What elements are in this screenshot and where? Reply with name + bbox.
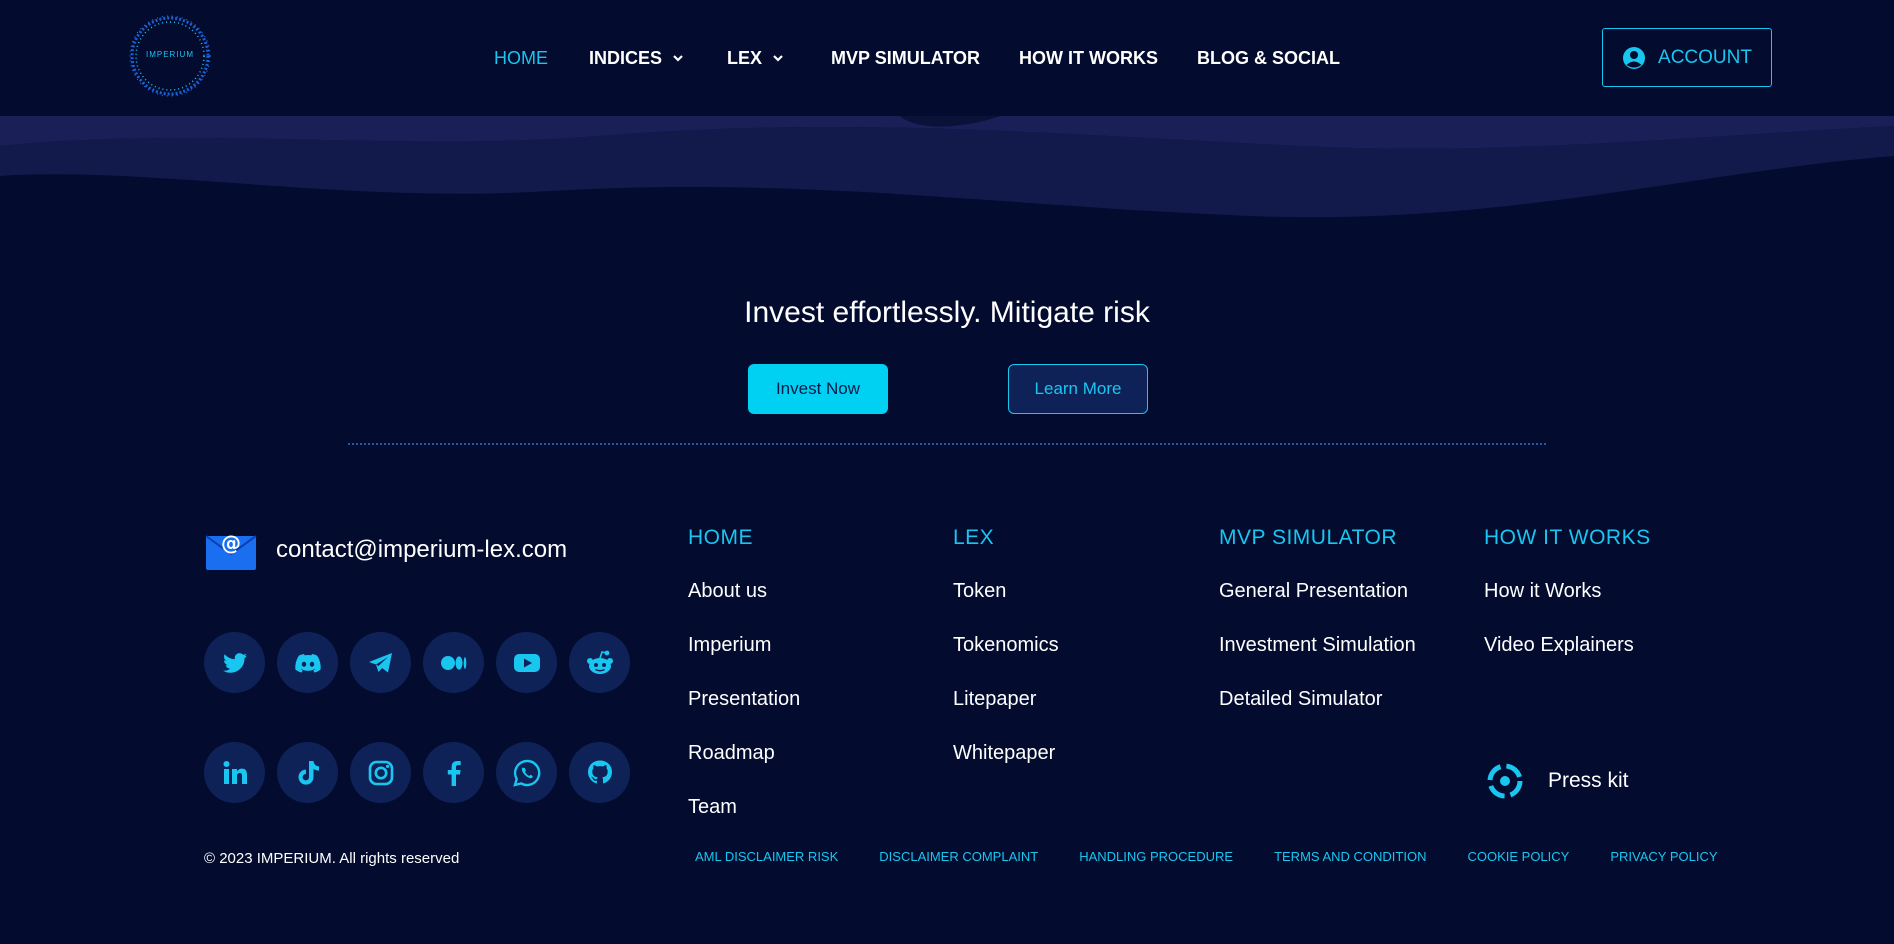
- nav-blog-social[interactable]: BLOG & SOCIAL: [1197, 48, 1340, 69]
- tiktok-icon: [298, 760, 319, 785]
- account-button[interactable]: ACCOUNT: [1602, 28, 1772, 87]
- social-row-2: [204, 742, 630, 803]
- account-label: ACCOUNT: [1658, 46, 1752, 68]
- legal-link-terms-and-condition[interactable]: TERMS AND CONDITION: [1274, 849, 1426, 864]
- facebook-link[interactable]: [423, 742, 484, 803]
- learn-more-button[interactable]: Learn More: [1008, 364, 1148, 414]
- linkedin-link[interactable]: [204, 742, 265, 803]
- footer-link-about-us[interactable]: About us: [688, 578, 800, 604]
- contact-email-link[interactable]: contact@imperium-lex.com: [276, 536, 567, 564]
- footer-link-litepaper[interactable]: Litepaper: [953, 686, 1059, 712]
- footer-link-general-presentation[interactable]: General Presentation: [1219, 578, 1419, 604]
- nav-how-it-works[interactable]: HOW IT WORKS: [1019, 48, 1158, 69]
- wave-decoration: [0, 116, 1894, 218]
- nav-home-label: HOME: [494, 47, 548, 68]
- github-icon: [587, 760, 612, 783]
- press-kit-link[interactable]: Press kit: [1484, 760, 1629, 802]
- imperium-logo[interactable]: IMPERIUM: [128, 14, 212, 98]
- invest-now-button[interactable]: Invest Now: [748, 364, 888, 414]
- reddit-link[interactable]: [569, 632, 630, 693]
- col-title-lex[interactable]: LEX: [953, 526, 1059, 550]
- footer-link-how-it-works[interactable]: How it Works: [1484, 578, 1651, 604]
- footer-link-presentation[interactable]: Presentation: [688, 686, 800, 712]
- telegram-link[interactable]: [350, 632, 411, 693]
- nav-blog-social-label: BLOG & SOCIAL: [1197, 47, 1341, 68]
- medium-icon: [440, 655, 466, 670]
- footer-link-tokenomics[interactable]: Tokenomics: [953, 632, 1059, 658]
- nav-how-it-works-label: HOW IT WORKS: [1019, 47, 1159, 68]
- learn-more-label: Learn More: [1034, 379, 1122, 398]
- copyright-text: © 2023 IMPERIUM. All rights reserved: [204, 850, 460, 867]
- tagline: Invest effortlessly. Mitigate risk: [744, 296, 1150, 329]
- youtube-link[interactable]: [496, 632, 557, 693]
- logo-text: IMPERIUM: [146, 50, 194, 59]
- tiktok-link[interactable]: [277, 742, 338, 803]
- press-kit-label: Press kit: [1548, 769, 1629, 792]
- whatsapp-icon: [512, 759, 540, 787]
- user-circle-icon: [1623, 46, 1646, 69]
- press-kit-icon: [1487, 763, 1523, 799]
- legal-links: AML DISCLAIMER RISK DISCLAIMER COMPLAINT…: [695, 849, 1718, 864]
- chevron-down-icon: [673, 55, 683, 62]
- instagram-icon: [368, 760, 393, 785]
- mail-icon: @: [205, 531, 257, 570]
- main-nav: HOME INDICES LEX MVP SIMULATOR HOW IT WO…: [494, 46, 1340, 70]
- nav-indices[interactable]: INDICES: [589, 48, 684, 69]
- linkedin-icon: [223, 760, 247, 784]
- medium-link[interactable]: [423, 632, 484, 693]
- footer-col-mvp-simulator: MVP SIMULATOR General Presentation Inves…: [1219, 526, 1419, 740]
- nav-mvp-simulator[interactable]: MVP SIMULATOR: [831, 48, 980, 69]
- instagram-link[interactable]: [350, 742, 411, 803]
- nav-home[interactable]: HOME: [494, 48, 548, 69]
- invest-now-label: Invest Now: [775, 379, 861, 398]
- footer-link-whitepaper[interactable]: Whitepaper: [953, 740, 1059, 766]
- youtube-icon: [513, 653, 540, 672]
- legal-link-handling-procedure[interactable]: HANDLING PROCEDURE: [1079, 849, 1233, 864]
- footer-link-detailed-simulator[interactable]: Detailed Simulator: [1219, 686, 1419, 712]
- footer-col-how-it-works: HOW IT WORKS How it Works Video Explaine…: [1484, 526, 1651, 686]
- twitter-icon: [222, 652, 247, 673]
- footer-link-imperium[interactable]: Imperium: [688, 632, 800, 658]
- discord-link[interactable]: [277, 632, 338, 693]
- footer-link-roadmap[interactable]: Roadmap: [688, 740, 800, 766]
- twitter-link[interactable]: [204, 632, 265, 693]
- footer-link-investment-simulation[interactable]: Investment Simulation: [1219, 632, 1419, 658]
- telegram-icon: [368, 652, 392, 672]
- col-title-home[interactable]: HOME: [688, 526, 800, 550]
- nav-lex-label: LEX: [727, 47, 763, 68]
- footer-col-home: HOME About us Imperium Presentation Road…: [688, 526, 800, 848]
- social-row-1: [204, 632, 630, 693]
- chevron-down-icon: [773, 55, 783, 62]
- footer-link-team[interactable]: Team: [688, 794, 800, 820]
- whatsapp-link[interactable]: [496, 742, 557, 803]
- github-link[interactable]: [569, 742, 630, 803]
- col-title-how-it-works[interactable]: HOW IT WORKS: [1484, 526, 1651, 550]
- footer-link-token[interactable]: Token: [953, 578, 1059, 604]
- footer-link-video-explainers[interactable]: Video Explainers: [1484, 632, 1651, 658]
- footer-col-lex: LEX Token Tokenomics Litepaper Whitepape…: [953, 526, 1059, 794]
- legal-link-aml-disclaimer-risk[interactable]: AML DISCLAIMER RISK: [695, 849, 838, 864]
- discord-icon: [294, 653, 321, 673]
- svg-text:@: @: [221, 531, 241, 555]
- reddit-icon: [586, 650, 613, 674]
- site-header: IMPERIUM HOME INDICES LEX MVP SIMULATOR …: [0, 0, 1894, 116]
- nav-indices-label: INDICES: [589, 47, 663, 68]
- section-divider: [348, 443, 1546, 445]
- nav-mvp-simulator-label: MVP SIMULATOR: [831, 47, 981, 68]
- legal-link-cookie-policy[interactable]: COOKIE POLICY: [1467, 849, 1569, 864]
- facebook-icon: [447, 760, 461, 786]
- legal-link-disclaimer-complaint[interactable]: DISCLAIMER COMPLAINT: [879, 849, 1038, 864]
- legal-link-privacy-policy[interactable]: PRIVACY POLICY: [1610, 849, 1717, 864]
- col-title-mvp-simulator[interactable]: MVP SIMULATOR: [1219, 526, 1419, 550]
- nav-lex[interactable]: LEX: [727, 48, 784, 69]
